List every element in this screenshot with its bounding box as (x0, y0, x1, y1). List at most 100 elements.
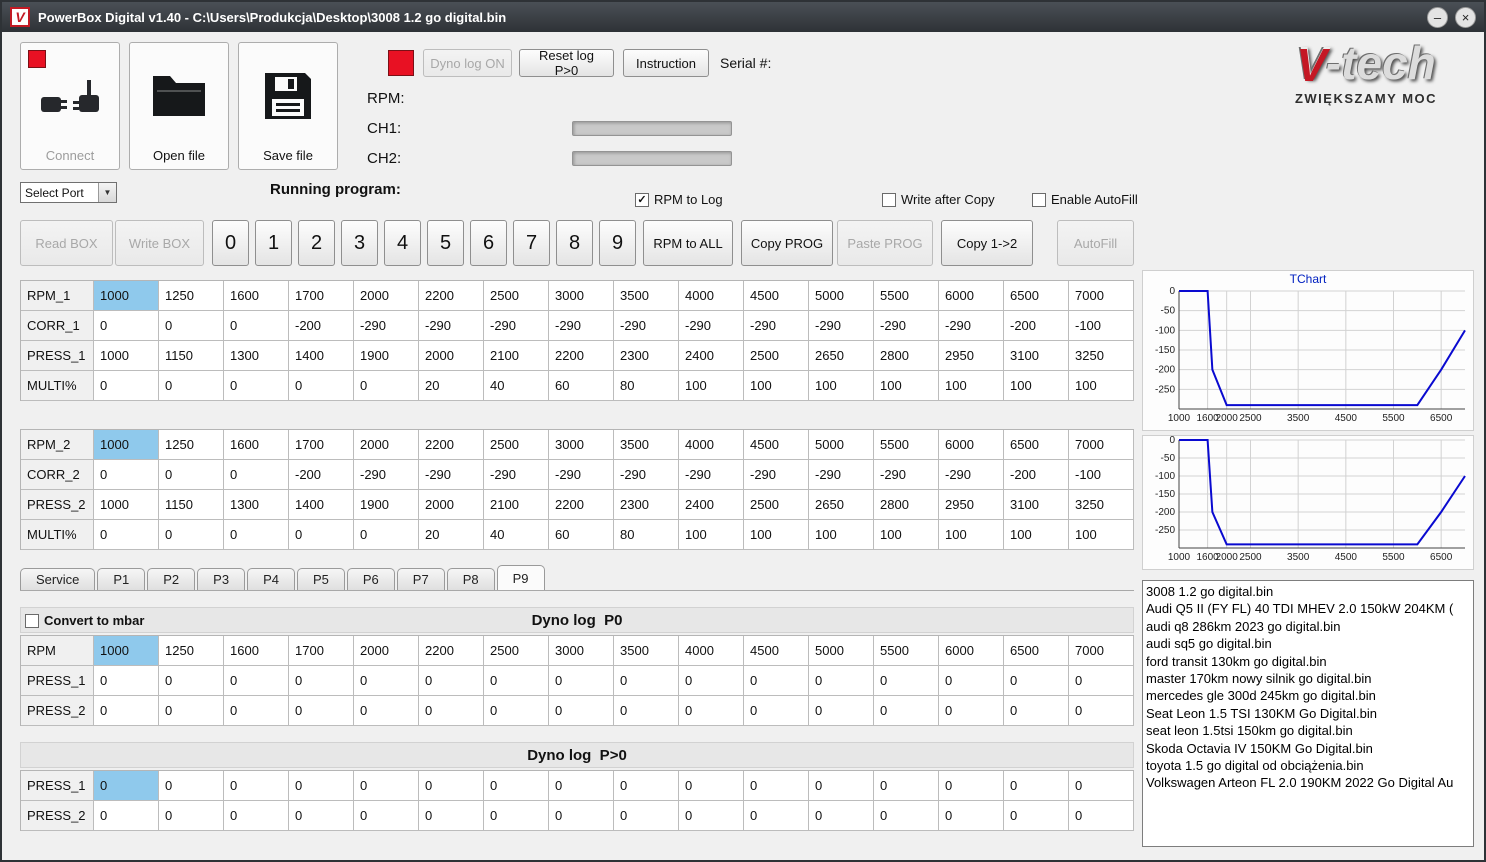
grid-cell[interactable]: 0 (1004, 771, 1069, 801)
grid-cell[interactable]: 2200 (549, 341, 614, 371)
grid-cell[interactable]: 2500 (484, 281, 549, 311)
grid-cell[interactable]: 100 (679, 520, 744, 550)
file-list-item[interactable]: audi sq5 go digital.bin (1146, 635, 1470, 652)
grid-cell[interactable]: 1400 (289, 341, 354, 371)
grid-cell[interactable]: 0 (289, 771, 354, 801)
grid-cell[interactable]: 3000 (549, 281, 614, 311)
grid-cell[interactable]: 2100 (484, 490, 549, 520)
grid-cell[interactable]: -290 (809, 460, 874, 490)
grid-cell[interactable]: 0 (874, 771, 939, 801)
grid-cell[interactable]: 0 (1069, 801, 1134, 831)
grid-cell[interactable]: 2950 (939, 341, 1004, 371)
tab-p6[interactable]: P6 (346, 568, 395, 590)
grid-cell[interactable]: 0 (419, 666, 484, 696)
grid-cell[interactable]: 5000 (809, 636, 874, 666)
grid-cell[interactable]: 2500 (744, 490, 809, 520)
digit-1-button[interactable]: 1 (255, 220, 292, 266)
tab-p5[interactable]: P5 (296, 568, 345, 590)
grid-cell[interactable]: -290 (744, 460, 809, 490)
grid-cell[interactable]: 0 (419, 771, 484, 801)
grid-cell[interactable]: 0 (679, 666, 744, 696)
grid-cell[interactable]: 0 (419, 696, 484, 726)
file-list-item[interactable]: Skoda Octavia IV 150KM Go Digital.bin (1146, 740, 1470, 757)
grid-cell[interactable]: 0 (289, 696, 354, 726)
grid-cell[interactable]: 0 (549, 801, 614, 831)
grid-cell[interactable]: 0 (679, 696, 744, 726)
grid-cell[interactable]: 0 (94, 801, 159, 831)
grid-cell[interactable]: -290 (809, 311, 874, 341)
grid-cell[interactable]: 0 (159, 771, 224, 801)
grid-cell[interactable]: 2500 (484, 636, 549, 666)
grid-cell[interactable]: 0 (224, 311, 289, 341)
grid-cell[interactable]: 0 (354, 371, 419, 401)
grid-cell[interactable]: 0 (744, 801, 809, 831)
grid-cell[interactable]: 0 (614, 666, 679, 696)
grid-cell[interactable]: 2000 (354, 281, 419, 311)
digit-8-button[interactable]: 8 (556, 220, 593, 266)
minimize-button[interactable]: – (1427, 6, 1448, 28)
grid-cell[interactable]: 3250 (1069, 341, 1134, 371)
grid-cell[interactable]: 2650 (809, 341, 874, 371)
grid-cell[interactable]: 0 (1069, 696, 1134, 726)
grid-cell[interactable]: 100 (874, 520, 939, 550)
grid-cell[interactable]: 3500 (614, 281, 679, 311)
checkbox-box[interactable] (25, 613, 39, 628)
dyno-log-on-button[interactable]: Dyno log ON (423, 49, 512, 77)
close-button[interactable]: × (1455, 6, 1476, 28)
grid-cell[interactable]: -290 (744, 311, 809, 341)
grid-cell[interactable]: 0 (354, 801, 419, 831)
enable-autofill-checkbox[interactable]: Enable AutoFill (1032, 192, 1138, 207)
grid-cell[interactable]: -200 (289, 311, 354, 341)
grid-cell[interactable]: 0 (744, 666, 809, 696)
grid-cell[interactable]: -290 (874, 460, 939, 490)
grid-cell[interactable]: -290 (549, 311, 614, 341)
grid-cell[interactable]: 2800 (874, 490, 939, 520)
digit-7-button[interactable]: 7 (513, 220, 550, 266)
tab-p9[interactable]: P9 (496, 565, 545, 590)
digit-6-button[interactable]: 6 (470, 220, 507, 266)
file-list-item[interactable]: audi q8 286km 2023 go digital.bin (1146, 618, 1470, 635)
grid-cell[interactable]: 1600 (224, 430, 289, 460)
tab-p2[interactable]: P2 (147, 568, 196, 590)
grid-cell[interactable]: 2300 (614, 490, 679, 520)
tab-p1[interactable]: P1 (97, 568, 146, 590)
grid-cell[interactable]: 0 (224, 771, 289, 801)
grid-cell[interactable]: 1150 (159, 341, 224, 371)
grid-cell[interactable]: 80 (614, 520, 679, 550)
grid-cell[interactable]: 2000 (419, 490, 484, 520)
grid-cell[interactable]: 2000 (354, 430, 419, 460)
grid-cell[interactable]: 0 (224, 371, 289, 401)
grid-cell[interactable]: 2950 (939, 490, 1004, 520)
grid-cell[interactable]: 0 (354, 771, 419, 801)
grid-cell[interactable]: 4000 (679, 430, 744, 460)
grid-cell[interactable]: 3100 (1004, 490, 1069, 520)
grid-cell[interactable]: 0 (484, 666, 549, 696)
grid-cell[interactable]: 1300 (224, 341, 289, 371)
tab-p8[interactable]: P8 (446, 568, 495, 590)
grid-cell[interactable]: 0 (94, 520, 159, 550)
grid-cell[interactable]: 4500 (744, 430, 809, 460)
convert-to-mbar-checkbox[interactable]: Convert to mbar (25, 613, 144, 628)
file-list-item[interactable]: Audi Q5 II (FY FL) 40 TDI MHEV 2.0 150kW… (1146, 600, 1470, 617)
grid-cell[interactable]: 0 (94, 666, 159, 696)
grid-cell[interactable]: 2650 (809, 490, 874, 520)
grid-cell[interactable]: 0 (874, 666, 939, 696)
tab-p7[interactable]: P7 (396, 568, 445, 590)
grid-cell[interactable]: -290 (419, 460, 484, 490)
autofill-button[interactable]: AutoFill (1057, 220, 1134, 266)
grid-cell[interactable]: 5500 (874, 636, 939, 666)
save-file-button[interactable]: Save file (238, 42, 338, 170)
grid-cell[interactable]: 2200 (419, 636, 484, 666)
grid-cell[interactable]: 1900 (354, 341, 419, 371)
grid-cell[interactable]: 0 (159, 371, 224, 401)
grid-cell[interactable]: 5000 (809, 430, 874, 460)
write-box-button[interactable]: Write BOX (115, 220, 204, 266)
grid-cell[interactable]: 0 (614, 801, 679, 831)
grid-cell[interactable]: 100 (1004, 520, 1069, 550)
copy-prog-button[interactable]: Copy PROG (741, 220, 833, 266)
grid-cell[interactable]: 3100 (1004, 341, 1069, 371)
grid-cell[interactable]: 100 (809, 520, 874, 550)
grid-cell[interactable]: 4500 (744, 281, 809, 311)
grid-cell[interactable]: 6000 (939, 281, 1004, 311)
grid-cell[interactable]: 1700 (289, 281, 354, 311)
